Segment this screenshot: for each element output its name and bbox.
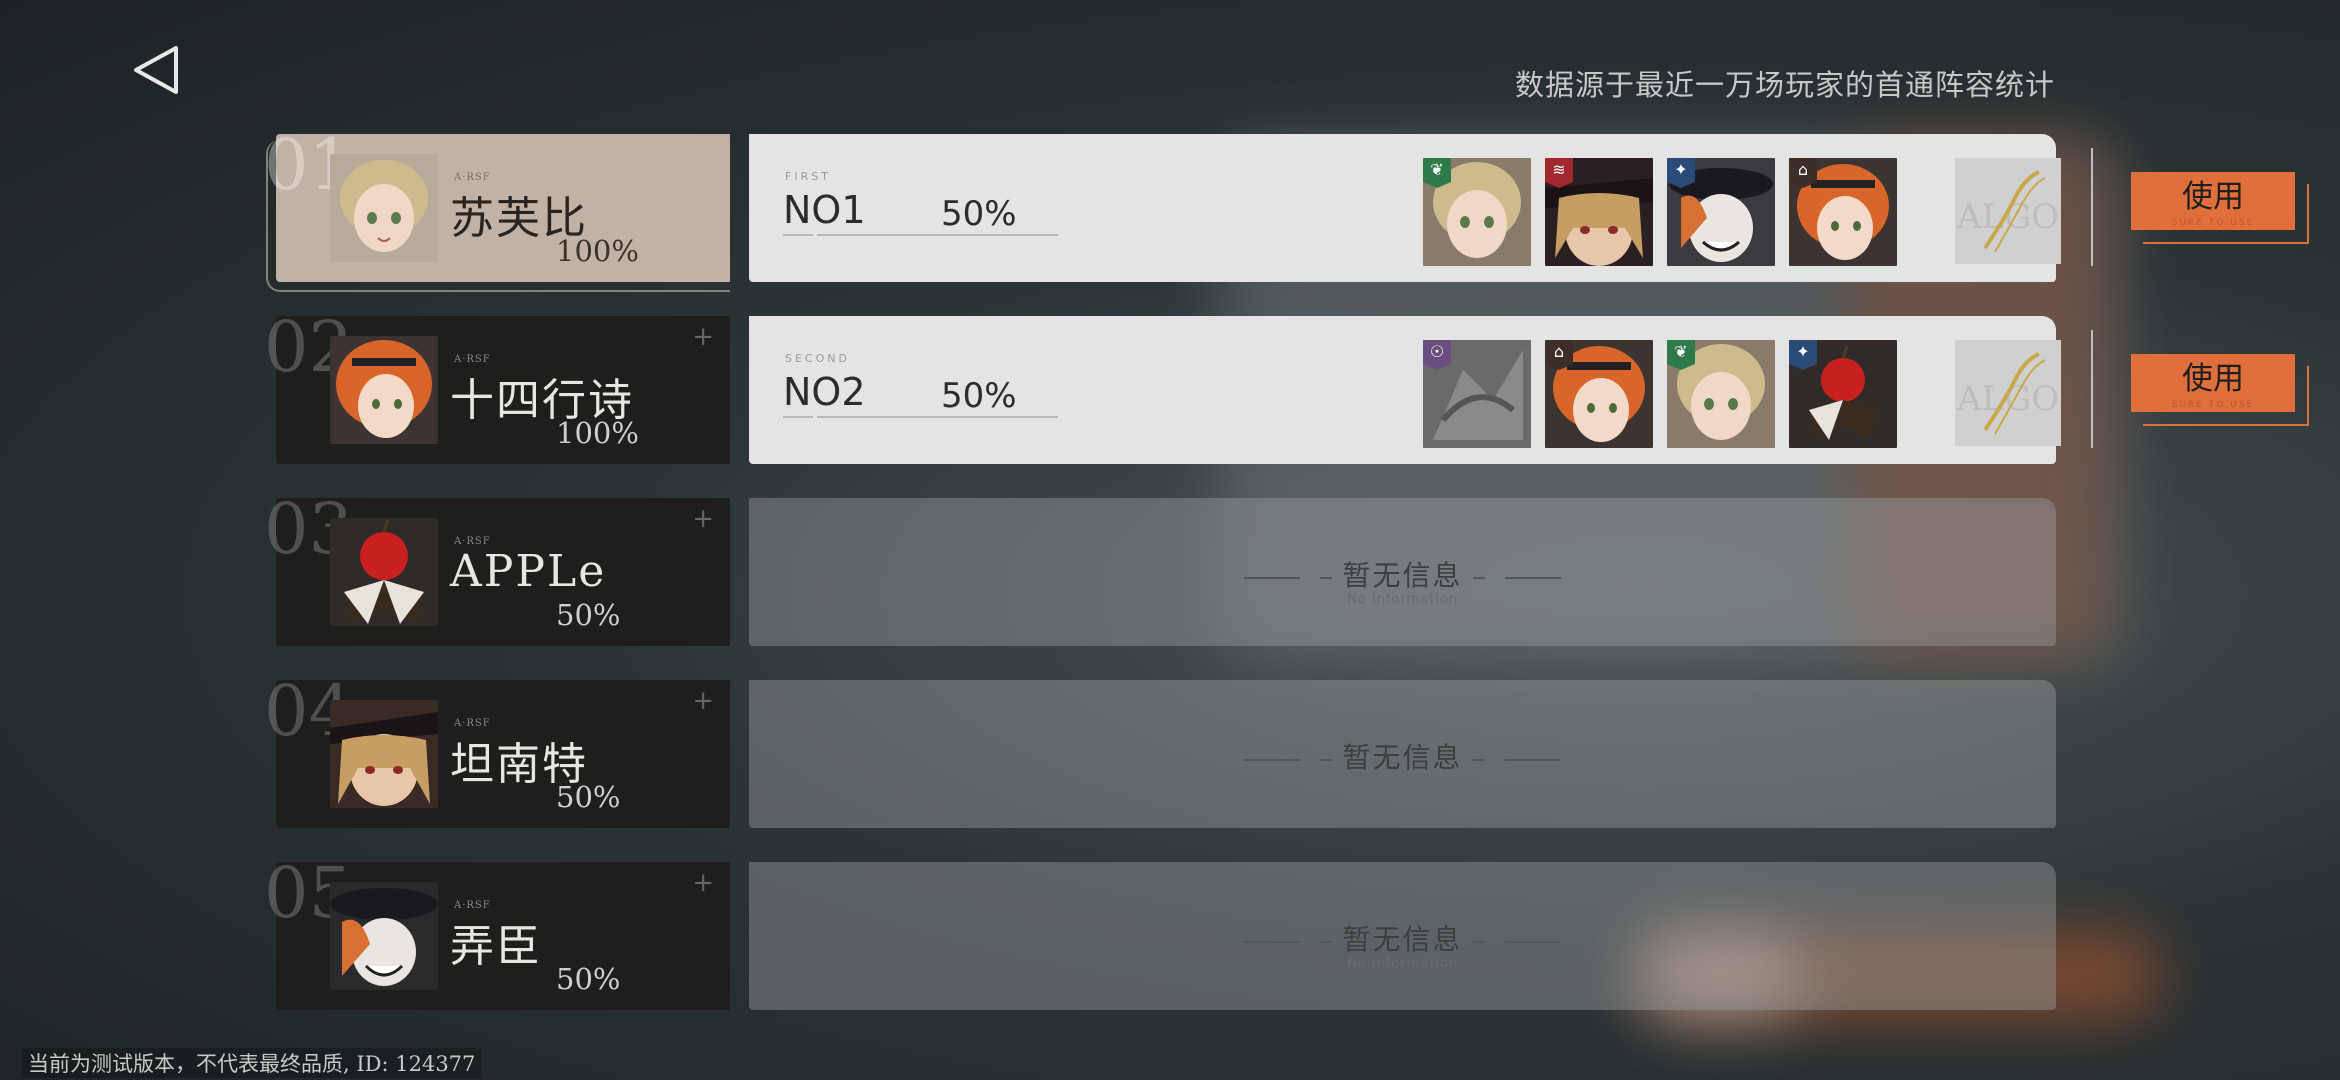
character-portrait [330,336,438,444]
use-button[interactable]: 使用 SURE TO USE [2131,354,2309,426]
test-version-notice: 当前为测试版本，不代表最终品质, ID: 124377 [22,1048,482,1078]
claw-icon: ≋ [1545,158,1573,188]
team-member-slot[interactable]: ❦ [1667,340,1775,448]
team-lineup-card-empty: 暂无信息 No information [749,498,2056,646]
plus-icon: + [692,504,714,534]
ordinal-number: NO2 [783,370,866,414]
ordinal-number: NO1 [783,188,866,232]
character-card[interactable]: 01 A·RSF 苏芙比 100% [264,130,730,292]
character-portrait [330,154,438,262]
team-member-slot[interactable]: ☉ [1423,340,1531,448]
team-member-slot[interactable]: ⌂ [1545,340,1653,448]
character-portrait [330,518,438,626]
team-row-3[interactable]: 03 + A·RSF APPLe 50% 暂无信息 No information [264,494,2056,646]
plus-icon: + [692,868,714,898]
team-member-slot[interactable]: ⌂ [1789,158,1897,266]
character-usage-pct: 100% [556,416,639,450]
ordinal-label: SECOND [785,352,850,365]
character-name: APPLe [450,546,607,597]
use-button-sub: SURE TO USE [2171,400,2255,410]
team-member-slot[interactable]: ≋ [1545,158,1653,266]
character-card[interactable]: 02 + A·RSF 十四行诗 100% [264,312,730,464]
divider [783,415,1058,419]
character-usage-pct: 100% [556,234,639,268]
team-member-slot[interactable]: ✦ [1667,158,1775,266]
team-row-1[interactable]: 01 A·RSF 苏芙比 100% FIRST NO1 50% ❦ ≋ ✦ ⌂ … [264,130,2309,292]
divider [2091,148,2093,266]
leaf-icon: ❦ [1667,340,1695,370]
divider [2091,330,2093,448]
item-slot[interactable]: ALGO [1955,158,2061,264]
team-usage-pct: 50% [941,376,1017,416]
no-info-text: 暂无信息 [749,918,2056,958]
no-info-subtext: No information [1347,592,1458,607]
lock-icon: ⌂ [1789,158,1817,188]
use-button[interactable]: 使用 SURE TO USE [2131,172,2309,244]
character-card[interactable]: 05 + A·RSF 弄臣 50% [264,858,730,1010]
no-info-text: 暂无信息 [749,736,2056,776]
team-lineup-card: SECOND NO2 50% ☉ ⌂ ❦ ✦ ALGO 使用 SURE TO U… [749,316,2309,464]
star-icon: ✦ [1667,158,1695,188]
character-portrait [330,882,438,990]
character-usage-pct: 50% [556,962,621,996]
team-member-slot[interactable]: ✦ [1789,340,1897,448]
no-info-subtext: No information [1347,956,1458,971]
team-lineup-card-empty: 暂无信息 No information [749,862,2056,1010]
team-row-2[interactable]: 02 + A·RSF 十四行诗 100% SECOND NO2 50% ☉ ⌂ [264,312,2309,464]
lock-icon: ⌂ [1545,340,1573,370]
team-lineup-card: FIRST NO1 50% ❦ ≋ ✦ ⌂ ALGO 使用 SURE TO US… [749,134,2309,282]
spiral-icon: ☉ [1423,340,1451,370]
item-slot[interactable]: ALGO [1955,340,2061,446]
character-card[interactable]: 04 + A·RSF 坦南特 50% [264,676,730,828]
plus-icon: + [692,322,714,352]
team-row-5[interactable]: 05 + A·RSF 弄臣 50% 暂无信息 No information [264,858,2056,1010]
plus-icon: + [692,686,714,716]
character-usage-pct: 50% [556,598,621,632]
character-portrait [330,700,438,808]
ordinal-label: FIRST [785,170,831,183]
team-lineup-card-empty: 暂无信息 No information [749,680,2056,828]
character-usage-pct: 50% [556,780,621,814]
no-info-subtext: No information [1347,774,1458,789]
back-button[interactable] [128,40,188,100]
leaf-icon: ❦ [1423,158,1451,188]
use-button-sub: SURE TO USE [2171,218,2255,228]
divider [783,233,1058,237]
team-member-slot[interactable]: ❦ [1423,158,1531,266]
no-info-text: 暂无信息 [749,554,2056,594]
character-name: 弄臣 [450,921,542,972]
data-source-note: 数据源于最近一万场玩家的首通阵容统计 [1514,68,2055,102]
star-icon: ✦ [1789,340,1817,370]
team-row-4[interactable]: 04 + A·RSF 坦南特 50% 暂无信息 No information [264,676,2056,828]
character-card[interactable]: 03 + A·RSF APPLe 50% [264,494,730,646]
team-usage-pct: 50% [941,194,1017,234]
